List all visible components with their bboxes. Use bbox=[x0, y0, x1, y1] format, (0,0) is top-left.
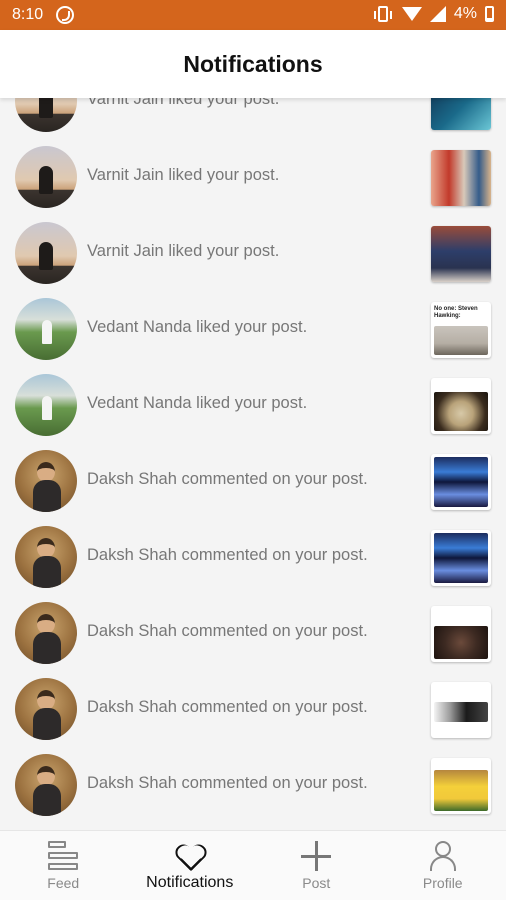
avatar[interactable] bbox=[15, 678, 77, 740]
nav-profile-label: Profile bbox=[422, 875, 463, 891]
avatar[interactable] bbox=[15, 450, 77, 512]
heart-icon bbox=[175, 841, 205, 871]
battery-icon bbox=[485, 6, 494, 22]
notification-text: Daksh Shah commented on your post. bbox=[87, 546, 368, 564]
thumbnail-caption: No one: Steven Hawking: bbox=[434, 306, 478, 319]
notification-row[interactable]: Daksh Shah commented on your post. bbox=[0, 747, 506, 823]
notification-text: Vedant Nanda liked your post. bbox=[87, 318, 308, 336]
post-thumbnail[interactable] bbox=[431, 98, 491, 130]
nav-profile[interactable]: Profile bbox=[380, 831, 506, 900]
vibrate-icon bbox=[373, 6, 392, 22]
notification-text: Daksh Shah commented on your post. bbox=[87, 698, 368, 716]
post-thumbnail[interactable] bbox=[431, 530, 491, 586]
notification-text: Vedant Nanda liked your post. bbox=[87, 394, 308, 412]
notification-text: Varnit Jain liked your post. bbox=[87, 98, 280, 108]
status-time: 8:10 bbox=[12, 6, 44, 23]
feed-icon bbox=[48, 841, 79, 871]
app-header: Notifications bbox=[0, 30, 506, 98]
whatsapp-icon bbox=[56, 6, 74, 24]
notification-row[interactable]: Daksh Shah commented on your post. bbox=[0, 595, 506, 671]
notification-row[interactable]: Varnit Jain liked your post. bbox=[0, 139, 506, 215]
avatar[interactable] bbox=[15, 98, 77, 132]
post-thumbnail[interactable] bbox=[431, 454, 491, 510]
notification-row[interactable]: Varnit Jain liked your post. bbox=[0, 98, 506, 139]
notification-text: Daksh Shah commented on your post. bbox=[87, 774, 368, 792]
post-thumbnail[interactable] bbox=[431, 226, 491, 282]
plus-icon bbox=[301, 841, 332, 871]
profile-icon bbox=[429, 841, 457, 871]
post-thumbnail[interactable]: No one: Steven Hawking: bbox=[431, 302, 491, 358]
nav-post-label: Post bbox=[302, 875, 331, 891]
notification-row[interactable]: Daksh Shah commented on your post. bbox=[0, 671, 506, 747]
notification-text: Daksh Shah commented on your post. bbox=[87, 470, 368, 488]
notification-row[interactable]: Daksh Shah commented on your post. bbox=[0, 519, 506, 595]
page-title: Notifications bbox=[183, 50, 323, 77]
battery-percent: 4% bbox=[453, 5, 477, 22]
nav-post[interactable]: Post bbox=[253, 831, 380, 900]
notification-text: Varnit Jain liked your post. bbox=[87, 242, 280, 260]
avatar[interactable] bbox=[15, 298, 77, 360]
post-thumbnail[interactable] bbox=[431, 378, 491, 434]
post-thumbnail[interactable] bbox=[431, 758, 491, 814]
post-thumbnail[interactable] bbox=[431, 606, 491, 662]
notification-row[interactable]: Vedant Nanda liked your post. No one: Ste… bbox=[0, 291, 506, 367]
nav-notifications-label: Notifications bbox=[146, 874, 234, 891]
notification-text: Daksh Shah commented on your post. bbox=[87, 622, 368, 640]
avatar[interactable] bbox=[15, 222, 77, 284]
nav-notifications[interactable]: Notifications bbox=[127, 831, 254, 900]
avatar[interactable] bbox=[15, 374, 77, 436]
notification-list[interactable]: Varnit Jain liked your post. Varnit Jain … bbox=[0, 98, 506, 830]
notification-text: Varnit Jain liked your post. bbox=[87, 166, 280, 184]
post-thumbnail[interactable] bbox=[431, 150, 491, 206]
notification-row[interactable]: Daksh Shah commented on your post. bbox=[0, 443, 506, 519]
avatar[interactable] bbox=[15, 602, 77, 664]
notification-row[interactable]: Varnit Jain liked your post. bbox=[0, 215, 506, 291]
nav-feed-label: Feed bbox=[47, 875, 80, 891]
status-bar: 8:10 4% bbox=[0, 0, 506, 30]
post-thumbnail[interactable] bbox=[431, 682, 491, 738]
avatar[interactable] bbox=[15, 754, 77, 816]
nav-feed[interactable]: Feed bbox=[0, 831, 127, 900]
avatar[interactable] bbox=[15, 526, 77, 588]
bottom-nav: Feed Notifications Post Profile bbox=[0, 830, 506, 900]
wifi-icon bbox=[401, 7, 422, 21]
avatar[interactable] bbox=[15, 146, 77, 208]
signal-icon bbox=[429, 6, 446, 22]
notification-row[interactable]: Vedant Nanda liked your post. bbox=[0, 367, 506, 443]
